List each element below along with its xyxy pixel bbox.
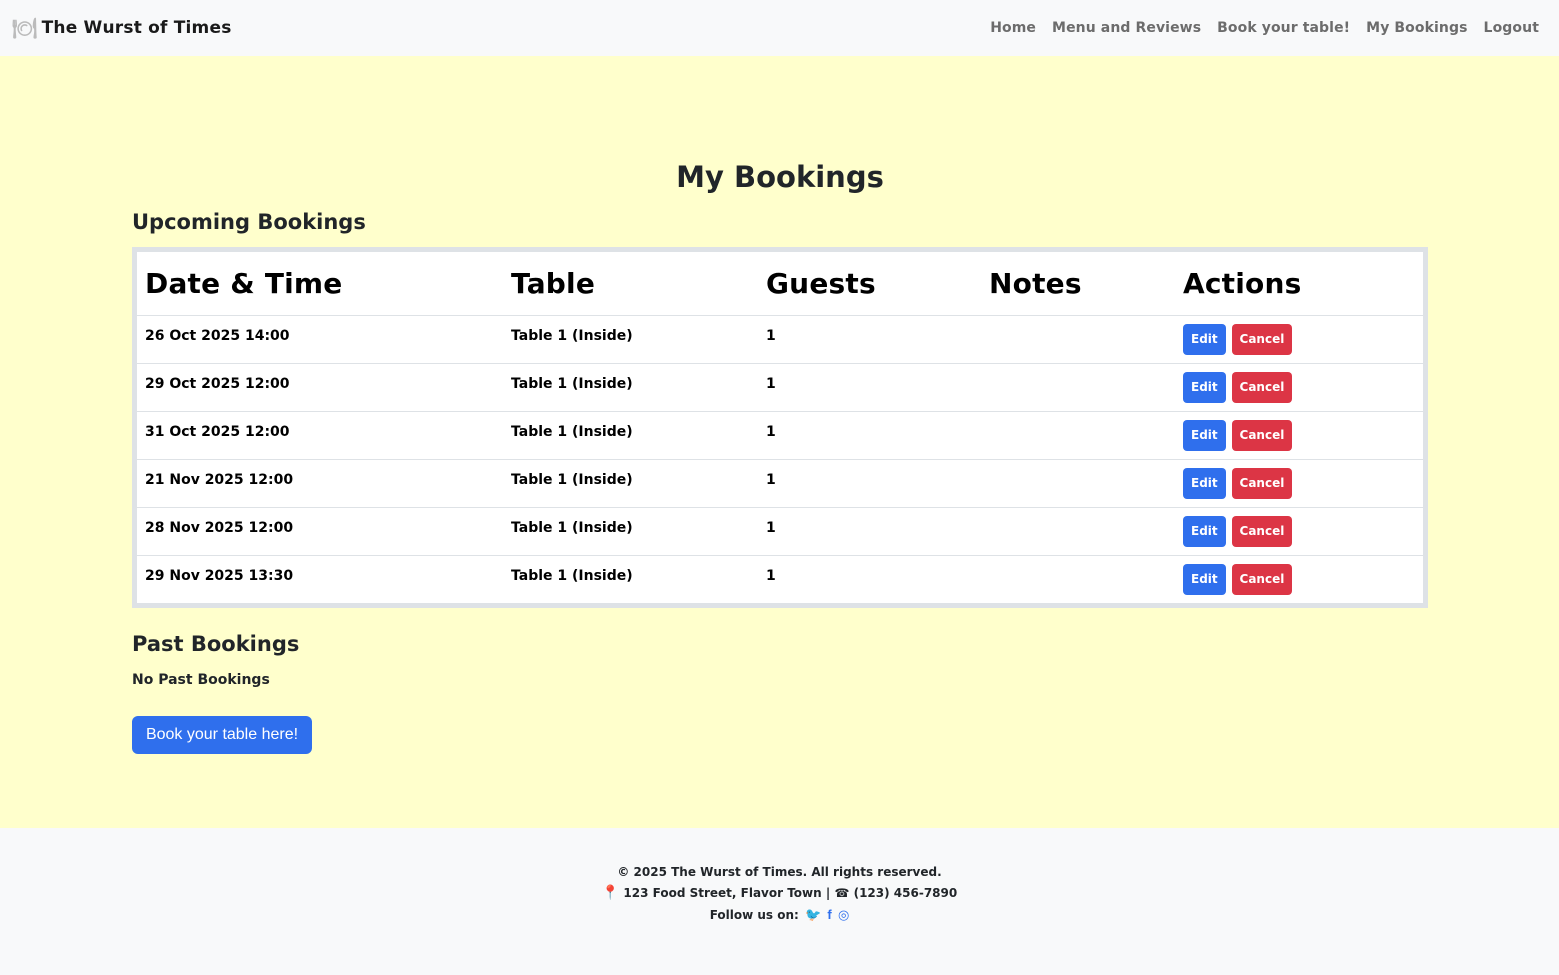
no-past-bookings-text: No Past Bookings: [132, 672, 270, 688]
cell-table: Table 1 (Inside): [503, 458, 758, 507]
cancel-button[interactable]: Cancel: [1231, 323, 1293, 355]
cell-table: Table 1 (Inside): [503, 506, 758, 555]
navbar: 🍽 The Wurst of Times Home Menu and Revie…: [0, 0, 1559, 56]
nav-link-my-bookings[interactable]: My Bookings: [1366, 20, 1467, 36]
edit-button[interactable]: Edit: [1183, 563, 1226, 595]
nav-link-logout[interactable]: Logout: [1484, 20, 1539, 36]
cell-date-time: 21 Nov 2025 12:00: [137, 458, 503, 507]
footer: © 2025 The Wurst of Times. All rights re…: [0, 828, 1559, 975]
brand[interactable]: 🍽 The Wurst of Times: [12, 16, 232, 40]
nav-link-home[interactable]: Home: [990, 20, 1036, 36]
facebook-icon[interactable]: f: [827, 907, 831, 922]
footer-social: Follow us on: 🐦 f ◎: [0, 904, 1559, 926]
cell-notes: [981, 506, 1175, 555]
table-row: 21 Nov 2025 12:00 Table 1 (Inside) 1 Edi…: [137, 458, 1423, 507]
header-table: Table: [511, 266, 596, 300]
cell-guests: 1: [758, 506, 981, 555]
cancel-button[interactable]: Cancel: [1231, 515, 1293, 547]
table-row: 31 Oct 2025 12:00 Table 1 (Inside) 1 Edi…: [137, 410, 1423, 459]
cell-guests: 1: [758, 410, 981, 459]
edit-button[interactable]: Edit: [1183, 323, 1226, 355]
cell-guests: 1: [758, 458, 981, 507]
footer-address: 123 Food Street, Flavor Town: [623, 886, 822, 900]
follow-label: Follow us on:: [709, 908, 799, 922]
plate-cutlery-icon: 🍽: [12, 16, 38, 40]
book-table-button[interactable]: Book your table here!: [132, 716, 312, 754]
cell-notes: [981, 410, 1175, 459]
cell-table: Table 1 (Inside): [503, 314, 758, 363]
map-pin-icon: 📍: [601, 885, 620, 901]
table-row: 28 Nov 2025 12:00 Table 1 (Inside) 1 Edi…: [137, 506, 1423, 555]
cell-guests: 1: [758, 554, 981, 603]
nav-links: Home Menu and Reviews Book your table! M…: [990, 20, 1547, 36]
phone-icon: ☎: [834, 886, 850, 900]
table-header-row: Date & Time Table Guests Notes Actions: [137, 252, 1423, 315]
cell-actions: Edit Cancel: [1175, 410, 1423, 459]
cell-table: Table 1 (Inside): [503, 410, 758, 459]
edit-button[interactable]: Edit: [1183, 371, 1226, 403]
brand-name[interactable]: The Wurst of Times: [42, 18, 232, 38]
header-date-time: Date & Time: [145, 266, 343, 300]
edit-button[interactable]: Edit: [1183, 515, 1226, 547]
edit-button[interactable]: Edit: [1183, 467, 1226, 499]
cell-date-time: 26 Oct 2025 14:00: [137, 314, 503, 363]
upcoming-bookings-title: Upcoming Bookings: [132, 210, 366, 234]
cancel-button[interactable]: Cancel: [1231, 371, 1293, 403]
cell-actions: Edit Cancel: [1175, 458, 1423, 507]
nav-link-menu-reviews[interactable]: Menu and Reviews: [1052, 20, 1201, 36]
cell-notes: [981, 362, 1175, 411]
cell-date-time: 29 Nov 2025 13:30: [137, 554, 503, 603]
cancel-button[interactable]: Cancel: [1231, 467, 1293, 499]
cell-date-time: 28 Nov 2025 12:00: [137, 506, 503, 555]
cell-guests: 1: [758, 314, 981, 363]
past-bookings-title: Past Bookings: [132, 632, 300, 656]
header-notes: Notes: [989, 266, 1082, 300]
cell-table: Table 1 (Inside): [503, 554, 758, 603]
cell-actions: Edit Cancel: [1175, 362, 1423, 411]
cell-guests: 1: [758, 362, 981, 411]
footer-phone: (123) 456-7890: [853, 886, 958, 900]
cell-notes: [981, 554, 1175, 603]
footer-separator: |: [825, 886, 831, 900]
upcoming-bookings-table: Date & Time Table Guests Notes Actions 2…: [132, 247, 1428, 608]
cancel-button[interactable]: Cancel: [1231, 419, 1293, 451]
footer-contact: 📍 123 Food Street, Flavor Town | ☎ (123)…: [0, 883, 1559, 904]
twitter-icon[interactable]: 🐦: [805, 908, 821, 923]
header-guests: Guests: [766, 266, 876, 300]
table-row: 29 Nov 2025 13:30 Table 1 (Inside) 1 Edi…: [137, 554, 1423, 603]
footer-copyright: © 2025 The Wurst of Times. All rights re…: [617, 865, 942, 879]
cell-notes: [981, 314, 1175, 363]
cell-actions: Edit Cancel: [1175, 314, 1423, 363]
instagram-icon[interactable]: ◎: [838, 908, 849, 923]
cell-date-time: 29 Oct 2025 12:00: [137, 362, 503, 411]
cell-notes: [981, 458, 1175, 507]
table-row: 29 Oct 2025 12:00 Table 1 (Inside) 1 Edi…: [137, 362, 1423, 411]
cell-date-time: 31 Oct 2025 12:00: [137, 410, 503, 459]
cell-table: Table 1 (Inside): [503, 362, 758, 411]
table-row: 26 Oct 2025 14:00 Table 1 (Inside) 1 Edi…: [137, 314, 1423, 363]
cell-actions: Edit Cancel: [1175, 506, 1423, 555]
cancel-button[interactable]: Cancel: [1231, 563, 1293, 595]
page-title: My Bookings: [676, 160, 884, 194]
edit-button[interactable]: Edit: [1183, 419, 1226, 451]
cell-actions: Edit Cancel: [1175, 554, 1423, 603]
nav-link-book-table[interactable]: Book your table!: [1217, 20, 1350, 36]
header-actions: Actions: [1183, 266, 1302, 300]
